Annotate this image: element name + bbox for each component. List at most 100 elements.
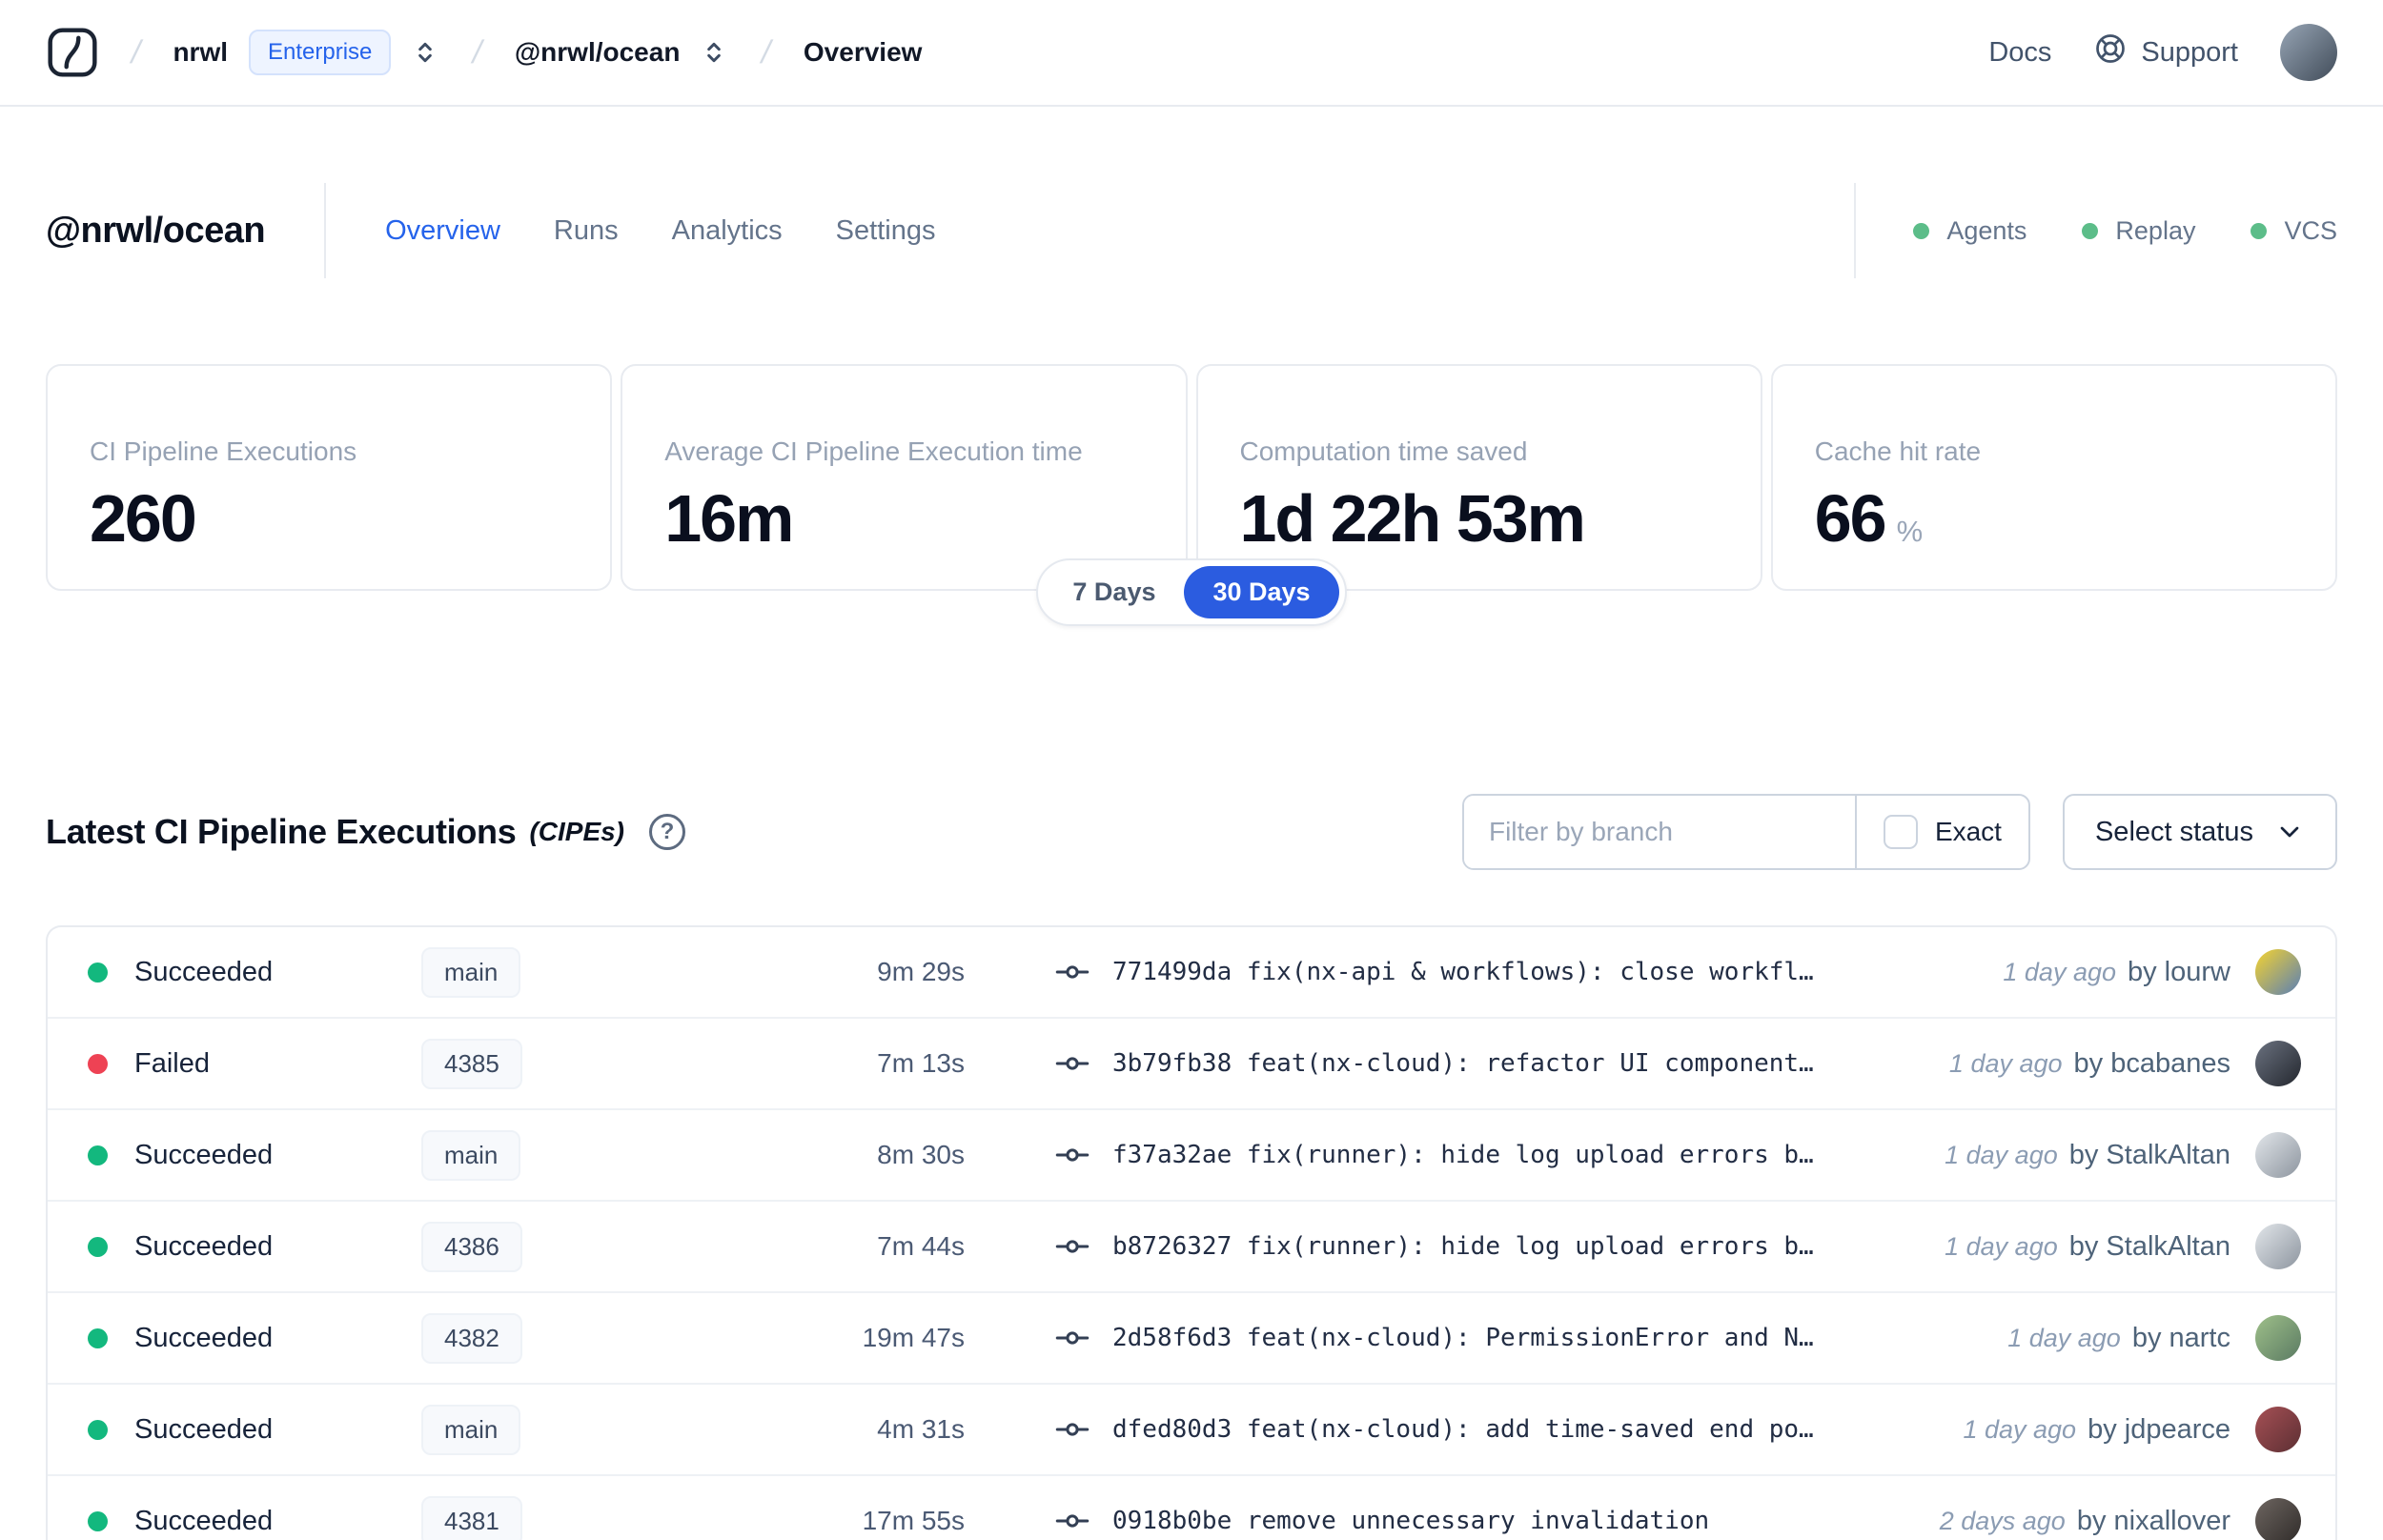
cipe-row[interactable]: Succeeded main 4m 31s dfed80d3 feat(nx-c… — [48, 1385, 2335, 1476]
legend-label: Agents — [1946, 215, 2027, 245]
stat-card-label: Computation time saved — [1239, 436, 1528, 466]
run-time-ago: 1 day ago — [1963, 1414, 2077, 1444]
stat-cards: CI Pipeline Executions 260 Average CI Pi… — [46, 364, 2337, 591]
run-status-dot-icon — [88, 1145, 108, 1165]
branch-badge: main — [421, 946, 521, 998]
author-avatar — [2255, 1498, 2301, 1540]
branch-badge: main — [421, 1404, 521, 1455]
run-status: Succeeded — [134, 1322, 274, 1353]
legend-label: VCS — [2284, 215, 2337, 245]
commit-icon — [1055, 1412, 1090, 1447]
author-avatar — [2255, 1132, 2301, 1178]
docs-link[interactable]: Docs — [1988, 37, 2051, 69]
period-toggle: 7 Days 30 Days — [46, 558, 2337, 626]
stat-card-label: CI Pipeline Executions — [90, 436, 357, 466]
stat-card-suffix: % — [1896, 515, 1924, 548]
cipes-title: Latest CI Pipeline Executions — [46, 812, 517, 851]
branch-badge: 4385 — [421, 1038, 522, 1089]
commit-icon — [1055, 1229, 1090, 1264]
cipe-row[interactable]: Succeeded main 9m 29s 771499da fix(nx-ap… — [48, 927, 2335, 1019]
breadcrumb-page: Overview — [803, 37, 923, 67]
workspace-header: @nrwl/ocean Overview Runs Analytics Setting… — [46, 177, 2337, 284]
stat-card-label: Average CI Pipeline Execution time — [664, 436, 1083, 466]
exact-checkbox[interactable] — [1883, 815, 1918, 849]
run-author: by nixallover — [2076, 1505, 2230, 1536]
stat-card: CI Pipeline Executions 260 — [46, 364, 613, 591]
run-author: by nartc — [2131, 1322, 2230, 1353]
commit-icon — [1055, 1321, 1090, 1355]
org-switcher-icon[interactable] — [410, 37, 440, 68]
branch-filter-input[interactable] — [1463, 796, 1855, 868]
branch-badge: 4381 — [421, 1495, 522, 1540]
exact-label: Exact — [1934, 817, 2002, 846]
chevron-down-icon — [2274, 817, 2305, 847]
cipe-row[interactable]: Succeeded 4382 19m 47s 2d58f6d3 feat(nx-… — [48, 1293, 2335, 1385]
run-status-dot-icon — [88, 962, 108, 983]
run-time-ago: 1 day ago — [2003, 957, 2116, 986]
workspace-tabs: Overview Runs Analytics Settings — [385, 215, 935, 247]
breadcrumb-org[interactable]: nrwl — [173, 37, 228, 68]
run-duration: 17m 55s — [862, 1506, 965, 1535]
status-dot-icon — [2082, 222, 2099, 239]
legend-label: Replay — [2115, 215, 2196, 245]
navbar-actions: Docs Support — [1988, 24, 2337, 81]
author-avatar — [2255, 1041, 2301, 1086]
workspace-switcher-icon[interactable] — [699, 37, 729, 68]
stat-card: Computation time saved 1d 22h 53m — [1195, 364, 1762, 591]
lifebuoy-icon — [2093, 31, 2128, 73]
user-avatar[interactable] — [2280, 24, 2337, 81]
tab-settings[interactable]: Settings — [836, 215, 936, 247]
run-author: by lourw — [2128, 956, 2230, 987]
branch-badge: main — [421, 1129, 521, 1181]
status-dot-icon — [2251, 222, 2268, 239]
breadcrumb-workspace[interactable]: @nrwl/ocean — [515, 37, 681, 68]
support-link[interactable]: Support — [2093, 31, 2238, 73]
cipes-table: Succeeded main 9m 29s 771499da fix(nx-ap… — [46, 925, 2337, 1540]
cipe-row[interactable]: Succeeded main 8m 30s f37a32ae fix(runne… — [48, 1110, 2335, 1202]
cipe-row[interactable]: Failed 4385 7m 13s 3b79fb38 feat(nx-clou… — [48, 1019, 2335, 1110]
select-status-label: Select status — [2094, 816, 2253, 847]
select-status-dropdown[interactable]: Select status — [2062, 794, 2337, 870]
period-7-days-button[interactable]: 7 Days — [1044, 566, 1184, 618]
run-status-dot-icon — [88, 1510, 108, 1531]
cipe-row[interactable]: Succeeded 4386 7m 44s b8726327 fix(runne… — [48, 1202, 2335, 1293]
support-label: Support — [2141, 36, 2238, 68]
run-status: Succeeded — [134, 956, 274, 987]
run-duration: 8m 30s — [877, 1140, 965, 1169]
run-status-dot-icon — [88, 1053, 108, 1074]
stat-card: Cache hit rate 66% — [1770, 364, 2337, 591]
run-time-ago: 1 day ago — [1945, 1231, 2058, 1261]
branch-badge: 4382 — [421, 1312, 522, 1364]
top-navbar: / nrwl Enterprise / @nrwl/ocean / Overvi… — [0, 0, 2383, 107]
commit-icon — [1055, 1138, 1090, 1172]
legend-vcs: VCS — [2251, 216, 2337, 246]
run-author: by StalkAltan — [2068, 1139, 2230, 1170]
cipe-row[interactable]: Succeeded 4381 17m 55s 0918b0be remove u… — [48, 1476, 2335, 1540]
commit-icon — [1055, 1046, 1090, 1081]
author-avatar — [2255, 1315, 2301, 1361]
stat-card-value: 16m — [664, 481, 794, 556]
run-status: Succeeded — [134, 1139, 274, 1170]
run-status-dot-icon — [88, 1419, 108, 1440]
legend-replay: Replay — [2082, 216, 2195, 246]
run-status-dot-icon — [88, 1236, 108, 1257]
run-time-ago: 1 day ago — [2007, 1323, 2121, 1352]
nx-cloud-logo-icon[interactable] — [46, 26, 99, 79]
commit-message: dfed80d3 feat(nx-cloud): add time-saved … — [1112, 1415, 1814, 1444]
legend-agents: Agents — [1913, 216, 2027, 246]
run-status-dot-icon — [88, 1327, 108, 1348]
tab-analytics[interactable]: Analytics — [672, 215, 783, 247]
divider — [1854, 183, 1857, 278]
run-time-ago: 2 days ago — [1939, 1506, 2066, 1535]
breadcrumb: / nrwl Enterprise / @nrwl/ocean / Overvi… — [46, 26, 922, 79]
stat-card: Average CI Pipeline Execution time 16m — [621, 364, 1188, 591]
run-status: Succeeded — [134, 1505, 274, 1536]
tab-overview[interactable]: Overview — [385, 215, 500, 247]
author-avatar — [2255, 1224, 2301, 1269]
run-time-ago: 1 day ago — [1948, 1048, 2063, 1078]
help-icon[interactable] — [649, 814, 686, 850]
tab-runs[interactable]: Runs — [554, 215, 619, 247]
run-duration: 4m 31s — [877, 1414, 965, 1444]
period-30-days-button[interactable]: 30 Days — [1184, 566, 1339, 618]
run-status: Succeeded — [134, 1413, 274, 1445]
